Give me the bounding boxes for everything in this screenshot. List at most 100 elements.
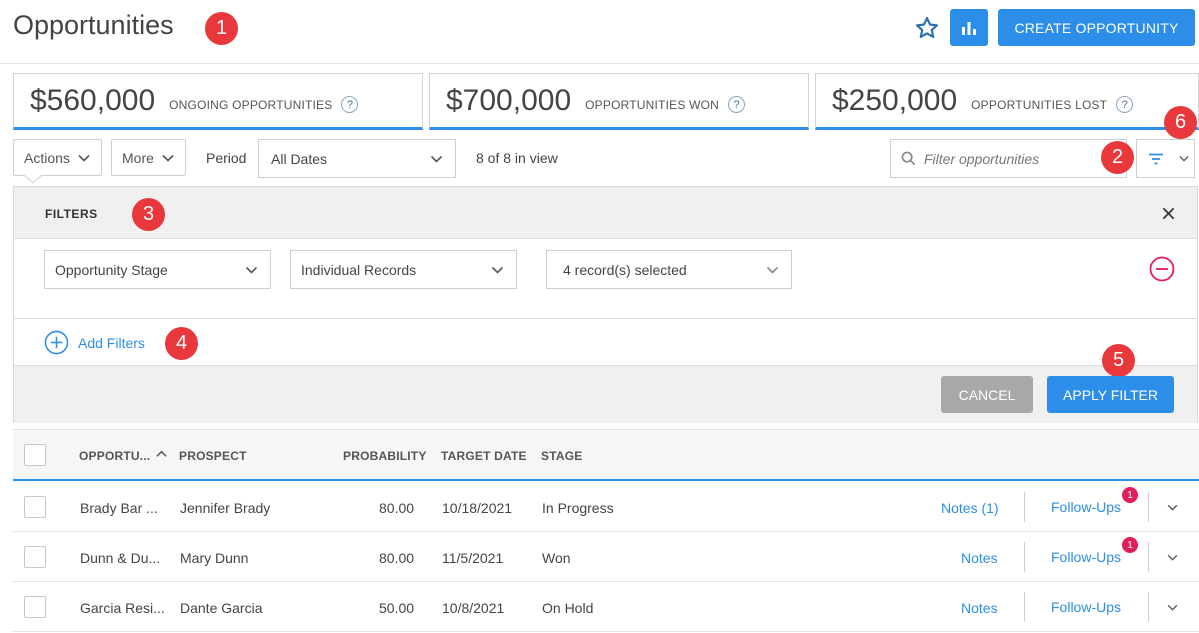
prospect-name: Jennifer Brady [180, 500, 271, 516]
probability-value: 80.00 [379, 550, 415, 566]
prospect-name: Dante Garcia [180, 600, 263, 616]
opportunity-name[interactable]: Dunn & Du... [80, 550, 160, 566]
target-date-value: 11/5/2021 [442, 550, 504, 566]
search-icon [901, 151, 916, 166]
column-divider [1024, 542, 1025, 572]
page-title: Opportunities [13, 10, 174, 40]
sort-up-icon[interactable] [156, 450, 167, 458]
reports-button[interactable] [950, 9, 988, 46]
chevron-down-icon [766, 266, 779, 274]
more-dropdown[interactable]: More [111, 139, 186, 176]
plus-circle-icon [44, 330, 69, 355]
column-divider [1148, 492, 1149, 522]
prospect-name: Mary Dunn [180, 550, 249, 566]
column-header-target-date[interactable]: TARGET DATE [441, 449, 527, 463]
help-icon[interactable]: ? [1116, 96, 1134, 113]
target-date-value: 10/8/2021 [442, 600, 505, 616]
stat-card-lost: $250,000 OPPORTUNITIES LOST ? [815, 73, 1199, 130]
notes-link[interactable]: Notes (1) [941, 500, 999, 516]
chevron-down-icon[interactable] [1167, 504, 1178, 511]
chevron-down-icon [491, 266, 504, 274]
chevron-down-icon [1179, 155, 1189, 162]
actions-dropdown[interactable]: Actions [13, 139, 102, 176]
stage-value: In Progress [542, 500, 614, 516]
chevron-down-icon [430, 155, 443, 163]
follow-ups-link[interactable]: Follow-Ups [1051, 599, 1121, 615]
filter-records-select[interactable]: 4 record(s) selected [546, 250, 792, 289]
filter-mode-select[interactable]: Individual Records [290, 250, 517, 289]
notes-link[interactable]: Notes [961, 550, 998, 566]
callout-badge-5: 5 [1102, 344, 1135, 377]
callout-badge-6: 6 [1164, 106, 1197, 139]
opportunity-name[interactable]: Garcia Resi... [80, 600, 165, 616]
row-checkbox[interactable] [24, 496, 46, 518]
column-header-prospect[interactable]: PROSPECT [179, 449, 247, 463]
stat-amount: $560,000 [30, 83, 156, 117]
filter-icon [1148, 153, 1163, 164]
column-header-probability[interactable]: PROBABILITY [343, 449, 427, 463]
notes-link[interactable]: Notes [961, 600, 998, 616]
help-icon[interactable]: ? [728, 96, 745, 113]
column-divider [1148, 542, 1149, 572]
search-box[interactable] [890, 139, 1127, 178]
header-divider [0, 63, 1199, 64]
star-icon [915, 16, 939, 39]
column-header-opportunity[interactable]: OPPORTU... [79, 449, 150, 463]
probability-value: 50.00 [379, 600, 415, 616]
callout-badge-1: 1 [205, 12, 238, 45]
view-count: 8 of 8 in view [476, 150, 558, 166]
bar-chart-icon [962, 21, 976, 35]
callout-badge-4: 4 [165, 327, 198, 360]
row-checkbox[interactable] [24, 596, 46, 618]
stat-label: OPPORTUNITIES LOST [971, 97, 1108, 112]
table-row[interactable]: Brady Bar ... Jennifer Brady 80.00 10/18… [13, 482, 1199, 532]
minus-circle-icon[interactable] [1149, 256, 1175, 282]
filter-field-select[interactable]: Opportunity Stage [44, 250, 271, 289]
stat-card-ongoing: $560,000 ONGOING OPPORTUNITIES ? [13, 73, 423, 130]
follow-ups-link[interactable]: Follow-Ups [1051, 499, 1121, 515]
opportunity-name[interactable]: Brady Bar ... [80, 500, 158, 516]
table-row[interactable]: Garcia Resi... Dante Garcia 50.00 10/8/2… [13, 582, 1199, 632]
close-filters-button[interactable] [1159, 204, 1177, 222]
stat-card-won: $700,000 OPPORTUNITIES WON ? [429, 73, 809, 130]
follow-ups-count-badge: 1 [1122, 487, 1138, 503]
chevron-down-icon [162, 154, 174, 162]
add-filters-button[interactable]: Add Filters [44, 330, 145, 355]
stat-label: OPPORTUNITIES WON [585, 97, 719, 112]
chevron-down-icon[interactable] [1167, 604, 1178, 611]
period-select[interactable]: All Dates [258, 139, 456, 178]
cancel-button[interactable]: CANCEL [941, 376, 1033, 413]
probability-value: 80.00 [379, 500, 415, 516]
filter-records-value: 4 record(s) selected [563, 261, 687, 278]
stage-value: Won [542, 550, 571, 566]
stat-amount: $700,000 [446, 83, 572, 117]
target-date-value: 10/18/2021 [442, 500, 513, 516]
period-label: Period [206, 150, 247, 166]
create-opportunity-button[interactable]: CREATE OPPORTUNITY [998, 9, 1195, 46]
search-input[interactable] [924, 150, 1114, 167]
follow-ups-link[interactable]: Follow-Ups [1051, 549, 1121, 565]
column-divider [1024, 592, 1025, 622]
column-divider [1024, 492, 1025, 522]
chevron-down-icon [78, 154, 90, 162]
opportunities-table: OPPORTU... PROSPECT PROBABILITY TARGET D… [13, 429, 1199, 633]
favorite-button[interactable] [912, 12, 942, 44]
filter-mode-value: Individual Records [301, 261, 417, 278]
callout-badge-2: 2 [1101, 141, 1134, 174]
apply-filter-button[interactable]: APPLY FILTER [1047, 376, 1174, 413]
more-label: More [122, 149, 154, 166]
filter-options-dropdown[interactable] [1174, 139, 1195, 178]
select-all-checkbox[interactable] [24, 444, 46, 466]
close-icon [1162, 207, 1174, 219]
table-header: OPPORTU... PROSPECT PROBABILITY TARGET D… [13, 429, 1199, 481]
actions-label: Actions [24, 149, 70, 166]
chevron-down-icon[interactable] [1167, 554, 1178, 561]
column-header-stage[interactable]: STAGE [541, 449, 582, 463]
table-row[interactable]: Dunn & Du... Mary Dunn 80.00 11/5/2021 W… [13, 532, 1199, 582]
add-filters-label: Add Filters [78, 334, 145, 351]
help-icon[interactable]: ? [341, 96, 359, 113]
stage-value: On Hold [542, 600, 594, 616]
row-checkbox[interactable] [24, 546, 46, 568]
filter-toggle-button[interactable] [1136, 139, 1175, 178]
chevron-down-icon [245, 266, 258, 274]
